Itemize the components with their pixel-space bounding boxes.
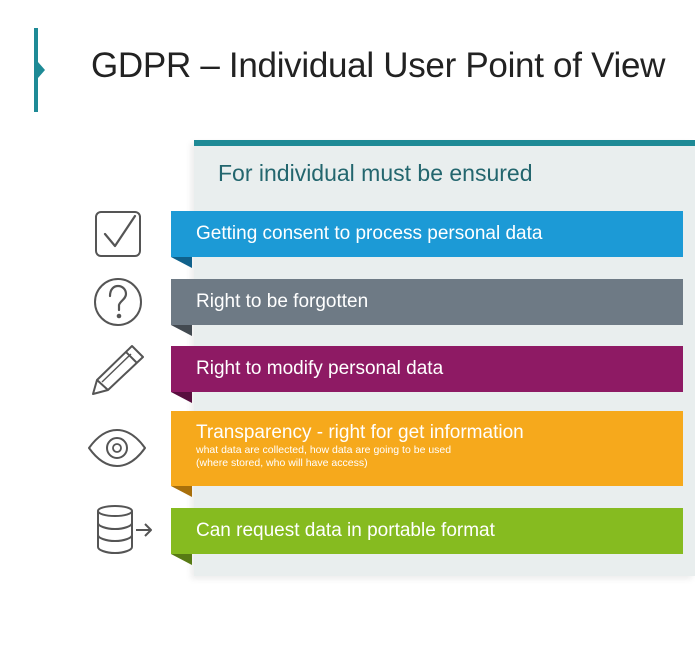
banner-fold [171,554,192,565]
panel-heading: For individual must be ensured [218,160,533,186]
database-export-icon [93,500,153,560]
banner-label: Transparency - right for get information [196,422,524,443]
banner-subtext-line1: what data are collected, how data are go… [196,444,452,456]
banner-modify: Right to modify personal data [171,346,683,403]
panel-top-line [194,140,695,146]
question-icon [88,272,148,332]
banner-fold [171,486,192,497]
banner-fold [171,257,192,268]
banner-fold [171,325,192,336]
checkbox-icon [89,204,149,264]
banner-fold [171,392,192,403]
banner-subtext-line2: (where stored, who will have access) [196,457,368,469]
title-accent-notch [38,62,45,78]
banner-label: Right to be forgotten [196,291,369,312]
banner-forgotten: Right to be forgotten [171,279,683,336]
banner-transparency: Transparency - right for get information… [171,411,683,497]
banner-consent: Getting consent to process personal data [171,211,683,268]
banner-portable: Can request data in portable format [171,508,683,565]
slide-title: GDPR – Individual User Point of View [91,46,666,85]
eye-icon [87,418,147,478]
pencil-icon [87,340,147,400]
banner-label: Can request data in portable format [196,520,495,541]
slide: GDPR – Individual User Point of View For… [0,0,695,656]
banner-label: Getting consent to process personal data [196,223,543,244]
banner-label: Right to modify personal data [196,358,444,379]
